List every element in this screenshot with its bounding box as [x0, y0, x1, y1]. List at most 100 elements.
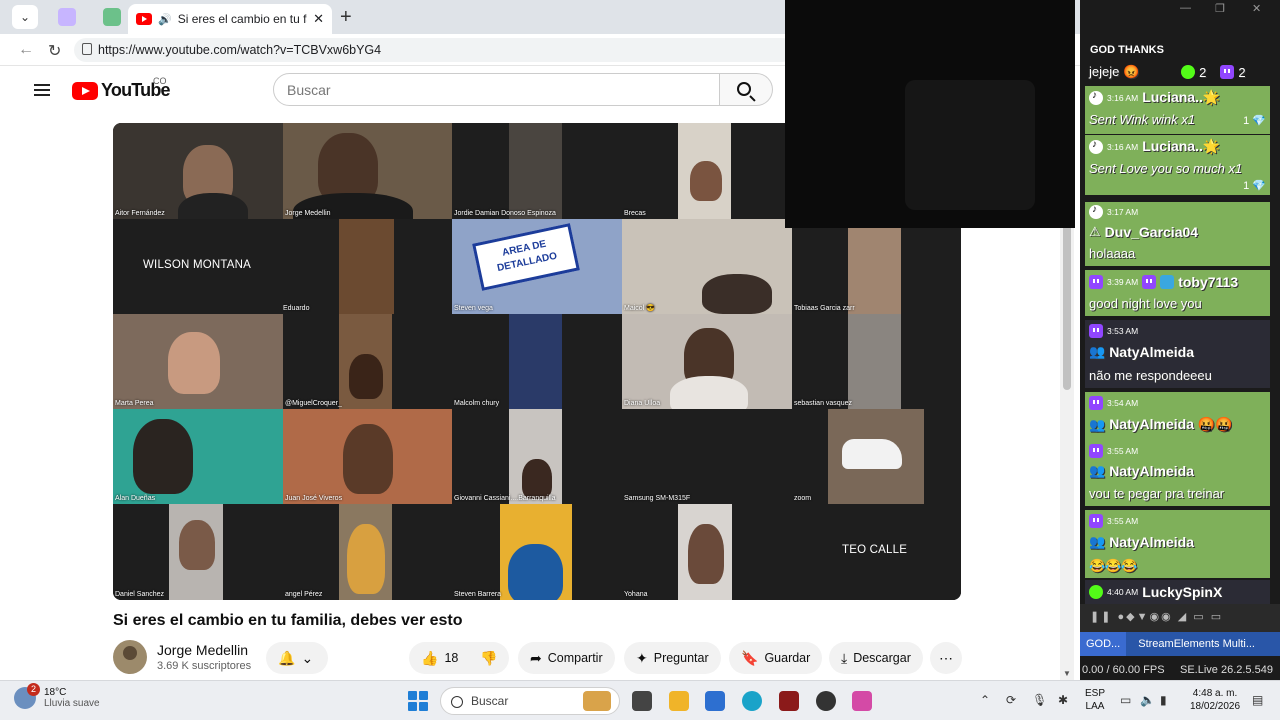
participant-tile: Giovanni Cassiani....Barranquilla [452, 409, 622, 504]
twitch-icon [1089, 324, 1103, 338]
emote-icons[interactable]: ❚❚ ●◆▼◉◉ ◢ ▭ ▭ [1090, 610, 1223, 623]
participant-name: Aitor Fernández [115, 210, 165, 217]
kick-icon [1181, 65, 1196, 79]
chat-message: 3:39 AM toby7113 good night love you [1085, 270, 1270, 316]
participant-tile: Daniel Sanchez [113, 504, 283, 600]
notifications-icon[interactable]: ▤ [1252, 693, 1263, 707]
participant-tile: Tobiaas Garcia zarr [792, 219, 961, 314]
reload-icon[interactable]: ↻ [48, 41, 61, 61]
participant-tile: @MiguelCroquer_ [283, 314, 452, 409]
like-icon[interactable]: 👍 [421, 650, 438, 667]
chat-message: 3:55 AM 👥 NatyAlmeida vou te pegar pra tr… [1085, 440, 1270, 506]
ask-button[interactable]: ✦ Preguntar [624, 642, 721, 674]
volume-icon[interactable]: 🔈 [1140, 693, 1155, 707]
more-actions-button[interactable]: ⋯ [930, 642, 962, 674]
edge-icon[interactable] [742, 691, 762, 711]
twitch-count: 2 [1238, 64, 1246, 80]
chat-tabbar: GOD... StreamElements Multi... [1080, 632, 1280, 656]
chat-header: GOD THANKS [1090, 44, 1164, 56]
tab-youtube[interactable]: 🔊 Si eres el cambio en tu familia ✕ [128, 4, 332, 34]
dislike-icon[interactable]: 👎 [480, 650, 497, 667]
message-user: Duv_Garcia04 [1104, 224, 1199, 240]
menu-icon[interactable] [34, 84, 50, 96]
site-info-icon[interactable] [82, 43, 92, 55]
message-time: 3:54 AM [1107, 398, 1139, 408]
clock[interactable]: 4:48 a. m. 18/02/2026 [1190, 687, 1240, 713]
message-time: 3:16 AM [1107, 92, 1139, 103]
participant-name: Steven vega [454, 305, 493, 312]
search-input[interactable]: Buscar [273, 73, 720, 106]
twitch-icon [1220, 65, 1235, 79]
participant-tile: Aitor Fernández [113, 123, 283, 219]
share-button[interactable]: ➦ Compartir [518, 642, 615, 674]
task-view-icon[interactable] [632, 691, 652, 711]
download-button[interactable]: ⤓ Descargar [829, 642, 923, 674]
channel-avatar[interactable] [113, 640, 147, 674]
notification-badge: 2 [27, 683, 40, 696]
like-count[interactable]: 18 [444, 651, 458, 665]
network-icon[interactable]: ▭ [1120, 693, 1131, 707]
save-button[interactable]: 🔖 Guardar [729, 642, 823, 674]
chat-message: 3:16 AMLuciana..🌟 Sent Love you so much … [1085, 135, 1270, 195]
notification-button[interactable]: 🔔 ⌄ [266, 642, 328, 674]
pinned-tab-2[interactable] [103, 8, 121, 26]
participant-tile: sebastian vasquez [792, 314, 961, 409]
new-tab-button[interactable]: + [340, 6, 352, 29]
channel-name[interactable]: Jorge Medellin [157, 642, 248, 658]
file-explorer-icon[interactable] [669, 691, 689, 711]
back-icon[interactable]: ← [18, 41, 34, 59]
desktop: ⌄ 🔊 Si eres el cambio en tu familia ✕ + … [0, 0, 1280, 720]
chat-feed[interactable]: jejeje 😡 2 2 3:16 AMLuciana..🌟 Sent Wink… [1085, 60, 1270, 605]
store-icon[interactable] [705, 691, 725, 711]
close-tab-icon[interactable]: ✕ [313, 11, 324, 27]
scroll-down-icon[interactable]: ▼ [1063, 669, 1071, 678]
message-time: 3:55 AM [1107, 516, 1139, 526]
participant-tile: TEO CALLE [792, 504, 961, 600]
chat-text: jejeje 😡 [1089, 64, 1140, 79]
mic-icon[interactable]: 🎙 [1032, 693, 1047, 707]
start-button[interactable] [408, 691, 428, 711]
chat-tab-streamelements[interactable]: StreamElements Multi... [1132, 638, 1261, 650]
message-time: 3:16 AM [1107, 141, 1139, 152]
download-label: Descargar [853, 651, 911, 665]
message-text: Sent Wink wink x1 [1089, 112, 1196, 127]
chat-tab-god[interactable]: GOD... [1080, 632, 1127, 656]
message-time: 4:40 AM [1107, 587, 1139, 597]
download-icon: ⤓ [841, 649, 848, 666]
participant-name: Jorge Medellin [285, 210, 331, 217]
search-button[interactable] [720, 73, 773, 106]
participant-name: Juan José Viveros [285, 495, 343, 502]
close-window-icon[interactable]: ✕ [1252, 2, 1261, 15]
tab-search-button[interactable]: ⌄ [12, 5, 38, 29]
badge-icon: 👥 [1089, 416, 1106, 432]
sync-icon[interactable]: ⟳ [1006, 693, 1016, 707]
taskbar-search[interactable]: Buscar [440, 687, 620, 715]
participant-tile: Eduardo [283, 219, 452, 314]
youtube-header: YouTube CO Buscar [0, 66, 785, 116]
participant-tile: Maicol 😎 [622, 219, 792, 314]
app-icon-1[interactable] [779, 691, 799, 711]
share-label: Compartir [547, 651, 603, 665]
chat-emote-bar[interactable]: ❚❚ ●◆▼◉◉ ◢ ▭ ▭ [1080, 604, 1280, 632]
participant-name: Giovanni Cassiani....Barranquilla [454, 495, 556, 502]
audio-icon[interactable]: 🔊 [158, 13, 172, 26]
url-text: https://www.youtube.com/watch?v=TCBVxw6b… [98, 43, 382, 57]
video-title: Si eres el cambio en tu familia, debes v… [113, 612, 463, 629]
weather-desc: Lluvia suave [44, 698, 100, 709]
participant-name: Diana Ulloa [624, 400, 661, 407]
url-field[interactable]: https://www.youtube.com/watch?v=TCBVxw6b… [74, 38, 794, 62]
bluetooth-icon[interactable]: ✱ [1058, 693, 1068, 707]
weather-temp: 18°C [44, 687, 67, 698]
show-hidden-icon[interactable]: ⌃ [980, 693, 990, 707]
maximize-icon[interactable]: ❐ [1215, 2, 1225, 15]
language-indicator[interactable]: ESP LAA [1085, 687, 1105, 713]
obs-icon[interactable] [816, 691, 836, 711]
app-icon-2[interactable] [852, 691, 872, 711]
message-text: Sent Love you so much x1 [1089, 161, 1243, 176]
pinned-tab-1[interactable] [58, 8, 76, 26]
weather-icon: 2 [14, 683, 40, 709]
weather-widget[interactable]: 2 18°C Lluvia suave [14, 683, 100, 709]
minimize-icon[interactable]: — [1180, 2, 1191, 14]
battery-icon[interactable]: ▮ [1160, 693, 1167, 707]
kick-count: 2 [1199, 64, 1207, 80]
